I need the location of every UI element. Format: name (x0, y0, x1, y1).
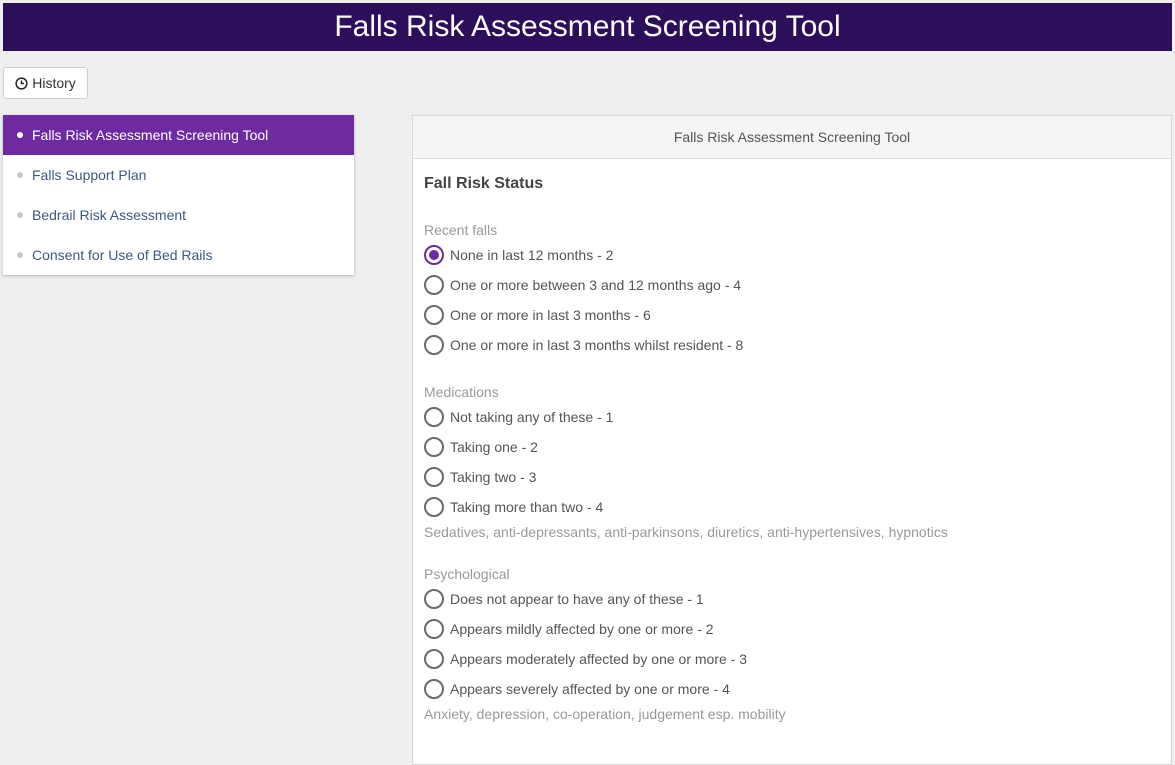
group-label-recent-falls: Recent falls (424, 222, 498, 238)
radio-option-label: Taking one - 2 (450, 439, 538, 455)
radio-option-label: Does not appear to have any of these - 1 (450, 591, 704, 607)
bullet-icon (17, 172, 23, 178)
radio-button-icon[interactable] (424, 619, 444, 639)
radio-option-label: One or more in last 3 months whilst resi… (450, 337, 744, 353)
radio-option-label: One or more between 3 and 12 months ago … (450, 277, 742, 293)
panel-header: Falls Risk Assessment Screening Tool (413, 116, 1171, 159)
sidebar-nav: Falls Risk Assessment Screening Tool Fal… (3, 115, 354, 275)
radio-option[interactable]: Not taking any of these - 1 (424, 402, 1160, 432)
radio-option[interactable]: One or more between 3 and 12 months ago … (424, 270, 1160, 300)
sidebar-item-falls-risk-assessment[interactable]: Falls Risk Assessment Screening Tool (3, 115, 354, 155)
bullet-icon (17, 132, 23, 138)
section-title: Fall Risk Status (424, 175, 544, 192)
radio-button-icon[interactable] (424, 305, 444, 325)
radio-option-label: Taking two - 3 (450, 469, 537, 485)
bullet-icon (17, 212, 23, 218)
radio-button-icon[interactable] (424, 589, 444, 609)
radio-button-icon[interactable] (424, 437, 444, 457)
sidebar-item-consent-bed-rails[interactable]: Consent for Use of Bed Rails (3, 235, 354, 275)
panel-body: Fall Risk Status Recent falls None in la… (413, 174, 1171, 724)
radio-button-icon[interactable] (424, 335, 444, 355)
radio-option[interactable]: Appears severely affected by one or more… (424, 674, 1160, 704)
panel-title: Falls Risk Assessment Screening Tool (673, 129, 911, 145)
history-button-label: History (32, 75, 76, 91)
radio-group-psychological: Does not appear to have any of these - 1… (424, 584, 1160, 704)
radio-option[interactable]: Does not appear to have any of these - 1 (424, 584, 1160, 614)
radio-option-label: Appears mildly affected by one or more -… (450, 621, 714, 637)
radio-option-label: Appears moderately affected by one or mo… (450, 651, 748, 667)
radio-option[interactable]: Appears moderately affected by one or mo… (424, 644, 1160, 674)
radio-option-label: One or more in last 3 months - 6 (450, 307, 651, 323)
radio-option[interactable]: Taking more than two - 4 (424, 492, 1160, 522)
app-title: Falls Risk Assessment Screening Tool (334, 10, 841, 43)
clock-icon (15, 76, 28, 90)
radio-button-icon[interactable] (424, 649, 444, 669)
group-label-psychological: Psychological (424, 566, 510, 582)
radio-option[interactable]: Appears mildly affected by one or more -… (424, 614, 1160, 644)
radio-button-icon[interactable] (424, 679, 444, 699)
sidebar-item-label: Falls Risk Assessment Screening Tool (32, 127, 269, 143)
radio-option-label: None in last 12 months - 2 (450, 247, 614, 263)
radio-button-icon[interactable] (424, 275, 444, 295)
group-label-medications: Medications (424, 384, 499, 400)
radio-option[interactable]: One or more in last 3 months whilst resi… (424, 330, 1160, 360)
radio-option-label: Not taking any of these - 1 (450, 409, 614, 425)
radio-option-label: Taking more than two - 4 (450, 499, 604, 515)
medications-hint: Sedatives, anti-depressants, anti-parkin… (424, 524, 948, 540)
sidebar-item-label: Falls Support Plan (32, 167, 147, 183)
assessment-panel: Falls Risk Assessment Screening Tool Fal… (412, 115, 1172, 765)
radio-button-icon[interactable] (424, 407, 444, 427)
radio-button-icon[interactable] (424, 467, 444, 487)
app-header: Falls Risk Assessment Screening Tool (3, 3, 1172, 51)
radio-option-label: Appears severely affected by one or more… (450, 681, 730, 697)
sidebar-item-label: Bedrail Risk Assessment (32, 207, 187, 223)
bullet-icon (17, 252, 23, 258)
psychological-hint: Anxiety, depression, co-operation, judge… (424, 706, 786, 722)
history-button[interactable]: History (3, 67, 88, 99)
radio-option[interactable]: None in last 12 months - 2 (424, 240, 1160, 270)
radio-option[interactable]: Taking one - 2 (424, 432, 1160, 462)
radio-option[interactable]: One or more in last 3 months - 6 (424, 300, 1160, 330)
radio-group-medications: Not taking any of these - 1 Taking one -… (424, 402, 1160, 522)
radio-button-icon[interactable] (424, 497, 444, 517)
radio-option[interactable]: Taking two - 3 (424, 462, 1160, 492)
radio-group-recent-falls: None in last 12 months - 2 One or more b… (424, 240, 1160, 360)
radio-button-icon[interactable] (424, 245, 444, 265)
sidebar-item-falls-support-plan[interactable]: Falls Support Plan (3, 155, 354, 195)
sidebar-item-bedrail-risk-assessment[interactable]: Bedrail Risk Assessment (3, 195, 354, 235)
sidebar-item-label: Consent for Use of Bed Rails (32, 247, 213, 263)
